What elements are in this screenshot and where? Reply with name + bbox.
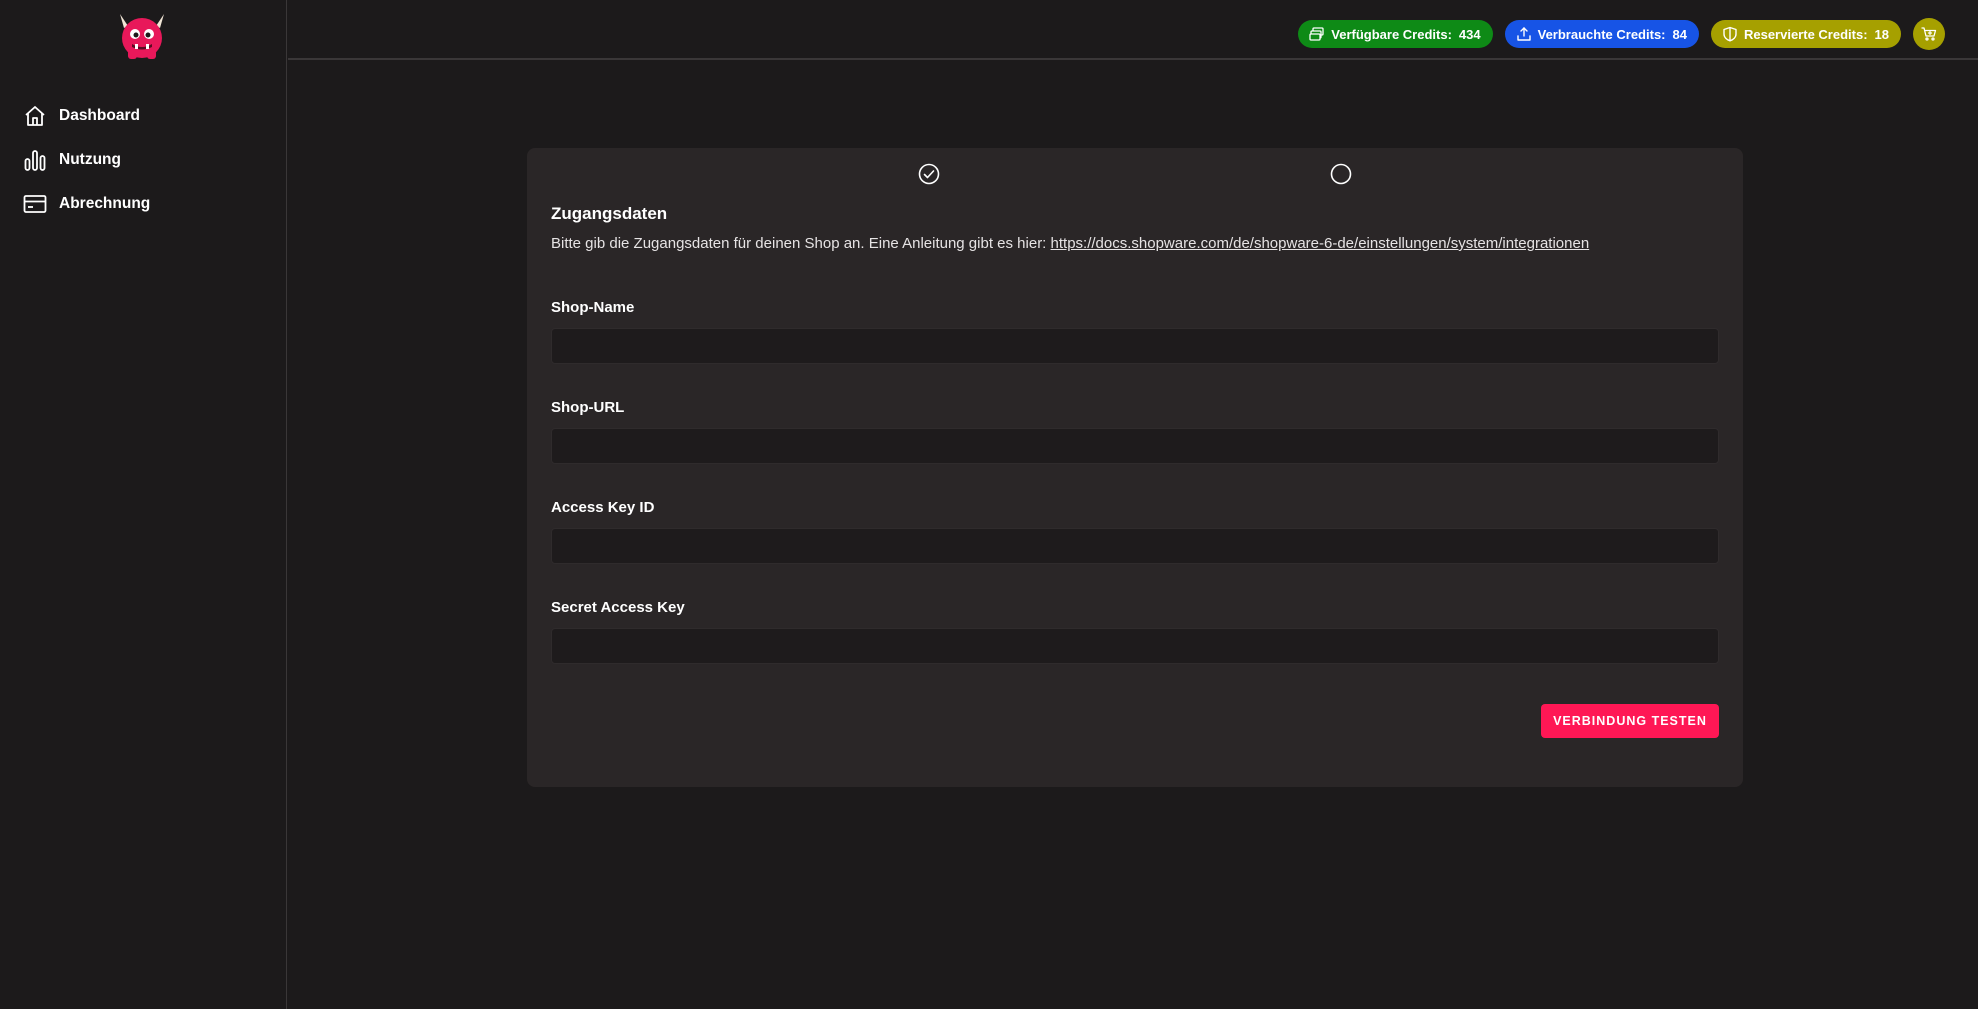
sidebar-item-label: Dashboard (59, 107, 140, 124)
header: Verfügbare Credits: 434 Verbrauchte Cred… (288, 0, 1978, 60)
upload-icon (1516, 26, 1532, 42)
sidebar-item-nutzung[interactable]: Nutzung (22, 138, 150, 182)
sidebar-item-abrechnung[interactable]: Abrechnung (22, 182, 150, 226)
sidebar: Dashboard Nutzung Abrechnung (0, 0, 287, 1009)
access-key-id-input[interactable] (551, 528, 1719, 564)
coins-icon (1309, 26, 1325, 42)
shop-name-input[interactable] (551, 328, 1719, 364)
cart-icon (1921, 26, 1937, 42)
secret-access-key-input[interactable] (551, 628, 1719, 664)
credit-value: 18 (1874, 26, 1889, 42)
docs-link[interactable]: https://docs.shopware.com/de/shopware-6-… (1051, 235, 1590, 252)
intro-text: Bitte gib die Zugangsdaten für deinen Sh… (551, 235, 1589, 252)
credentials-card: Zugangsdaten Bitte gib die Zugangsdaten … (527, 148, 1743, 787)
credit-card-icon (22, 191, 48, 217)
check-circle-icon[interactable] (918, 163, 940, 185)
cart-button[interactable] (1913, 18, 1945, 50)
shop-url-label: Shop-URL (551, 399, 625, 416)
credit-value: 84 (1672, 26, 1687, 42)
sidebar-item-dashboard[interactable]: Dashboard (22, 94, 150, 138)
available-credits-badge[interactable]: Verfügbare Credits: 434 (1298, 20, 1493, 48)
sidebar-item-label: Abrechnung (59, 195, 151, 212)
credit-label: Reservierte Credits: (1743, 26, 1868, 42)
page-title: Zugangsdaten (551, 204, 668, 223)
sidebar-item-label: Nutzung (59, 151, 121, 168)
used-credits-badge[interactable]: Verbrauchte Credits: 84 (1504, 20, 1699, 48)
shop-url-input[interactable] (551, 428, 1719, 464)
secret-access-key-label: Secret Access Key (551, 599, 685, 616)
shop-name-label: Shop-Name (551, 299, 635, 316)
home-icon (22, 103, 48, 129)
shield-icon (1722, 26, 1738, 42)
credit-label: Verfügbare Credits: (1331, 26, 1452, 42)
sidebar-nav: Dashboard Nutzung Abrechnung (22, 94, 150, 226)
credits-bar: Verfügbare Credits: 434 Verbrauchte Cred… (1298, 18, 1945, 50)
credit-value: 434 (1458, 26, 1481, 42)
reserved-credits-badge[interactable]: Reservierte Credits: 18 (1710, 20, 1901, 48)
credit-label: Verbrauchte Credits: (1537, 26, 1666, 42)
access-key-id-label: Access Key ID (551, 499, 655, 516)
bar-chart-icon (22, 147, 48, 173)
test-connection-button[interactable]: VERBINDUNG TESTEN (1541, 704, 1719, 738)
circle-icon[interactable] (1330, 163, 1352, 185)
intro-description: Bitte gib die Zugangsdaten für deinen Sh… (551, 235, 1051, 252)
monster-logo-icon[interactable] (116, 10, 168, 62)
